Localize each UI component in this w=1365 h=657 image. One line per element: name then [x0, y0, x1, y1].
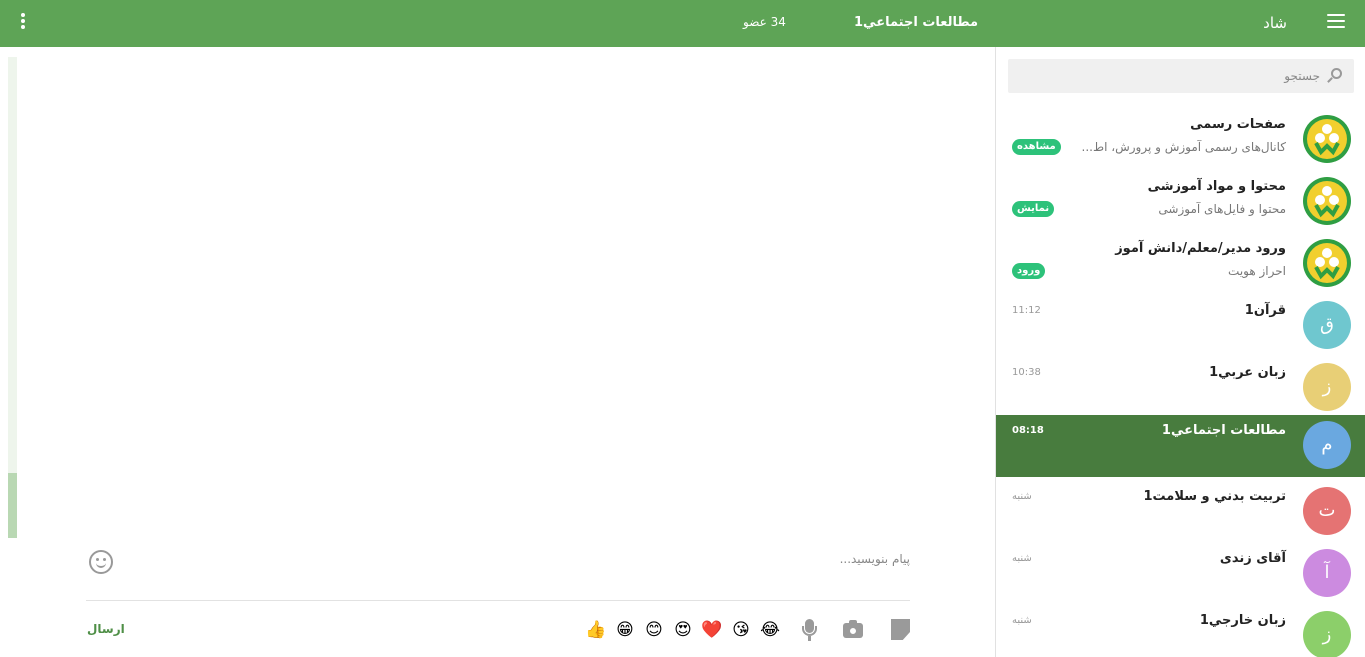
laugh-tears-emoji[interactable]: 😂: [759, 619, 781, 641]
avatar: م: [1303, 421, 1351, 469]
smile-emoji[interactable]: 😊: [643, 619, 665, 641]
search-icon: [1326, 68, 1342, 84]
chat-item-name: آقای زندی: [1219, 551, 1286, 566]
chat-item-time: شنبه: [1012, 553, 1032, 564]
chat-item-official-pages[interactable]: صفحات رسمی کانال‌های رسمی آموزش و پرورش،…: [996, 109, 1365, 171]
shad-logo-icon: [1303, 115, 1351, 163]
emoji-picker-icon[interactable]: [89, 550, 113, 574]
chat-item-mr-zandi[interactable]: آ آقای زندی شنبه: [996, 543, 1365, 605]
chat-item-time: 11:12: [1012, 305, 1041, 316]
chat-item-time: شنبه: [1012, 491, 1032, 502]
chat-item-subtitle: محتوا و فایل‌های آموزشی: [1158, 202, 1286, 216]
quick-emoji-bar: 👍 😁 😊 😍 ❤️ 😘 😂: [585, 619, 781, 641]
chat-item-name: تربيت بدني و سلامت1: [1143, 489, 1286, 504]
chat-item-social-studies[interactable]: م مطالعات اجتماعي1 08:18: [996, 415, 1365, 477]
chat-item-name: ورود مدیر/معلم/دانش آموز: [1115, 241, 1286, 256]
shad-logo-icon: [1303, 177, 1351, 225]
chat-item-foreign-language[interactable]: ز زبان خارجي1 شنبه: [996, 605, 1365, 657]
search-box[interactable]: [1008, 59, 1354, 93]
app-window: شاد مطالعات اجتماعي1 34 عضو ارسال 👍 😁 😊 …: [0, 0, 1365, 657]
heart-eyes-emoji[interactable]: 😍: [672, 619, 694, 641]
microphone-icon[interactable]: [799, 619, 821, 641]
chat-item-login[interactable]: ورود مدیر/معلم/دانش آموز احراز هویت ورود: [996, 233, 1365, 295]
view-tag-button[interactable]: مشاهده: [1012, 139, 1061, 155]
app-title: شاد: [1263, 14, 1287, 32]
chat-item-educational-content[interactable]: محتوا و مواد آموزشی محتوا و فایل‌های آمو…: [996, 171, 1365, 233]
thumbs-up-emoji[interactable]: 👍: [585, 619, 607, 641]
top-bar: شاد مطالعات اجتماعي1 34 عضو: [0, 0, 1365, 47]
chat-item-arabic[interactable]: ز زبان عربي1 10:38: [996, 357, 1365, 419]
avatar: ق: [1303, 301, 1351, 349]
avatar: ت: [1303, 487, 1351, 535]
login-tag-button[interactable]: ورود: [1012, 263, 1046, 279]
chat-item-name: مطالعات اجتماعي1: [1161, 423, 1286, 438]
chat-item-subtitle: کانال‌های رسمی آموزش و پرورش، اط...: [1081, 140, 1286, 154]
chat-item-time: شنبه: [1012, 615, 1032, 626]
chat-item-quran[interactable]: ق قرآن1 11:12: [996, 295, 1365, 357]
chat-area: ارسال 👍 😁 😊 😍 ❤️ 😘 😂: [0, 47, 995, 657]
avatar: آ: [1303, 549, 1351, 597]
chat-item-subtitle: احراز هویت: [1228, 264, 1286, 278]
chat-item-name: قرآن1: [1244, 303, 1286, 318]
send-button[interactable]: ارسال: [87, 622, 125, 636]
hamburger-menu-icon[interactable]: [1327, 14, 1345, 30]
chat-item-name: زبان عربي1: [1209, 365, 1286, 380]
shad-logo-icon: [1303, 239, 1351, 287]
message-scrollbar[interactable]: [8, 57, 17, 538]
chat-item-name: زبان خارجي1: [1199, 613, 1286, 628]
grin-emoji[interactable]: 😁: [614, 619, 636, 641]
red-heart-emoji[interactable]: ❤️: [701, 619, 723, 641]
chat-item-name: محتوا و مواد آموزشی: [1147, 179, 1286, 194]
scrollbar-thumb[interactable]: [8, 473, 17, 538]
kiss-emoji[interactable]: 😘: [730, 619, 752, 641]
more-options-icon[interactable]: [20, 13, 26, 33]
search-input[interactable]: [1030, 65, 1320, 87]
chat-title[interactable]: مطالعات اجتماعي1: [854, 15, 978, 30]
file-attach-icon[interactable]: [890, 619, 912, 641]
member-count: 34 عضو: [743, 15, 786, 29]
composer-divider: [86, 600, 910, 601]
chat-item-time: 08:18: [1012, 425, 1044, 436]
camera-icon[interactable]: [842, 619, 864, 641]
chat-item-time: 10:38: [1012, 367, 1041, 378]
chat-item-name: صفحات رسمی: [1190, 117, 1286, 132]
chat-item-physical-education[interactable]: ت تربيت بدني و سلامت1 شنبه: [996, 481, 1365, 543]
message-input[interactable]: [130, 547, 910, 571]
avatar: ز: [1303, 611, 1351, 657]
chat-list-sidebar: صفحات رسمی کانال‌های رسمی آموزش و پرورش،…: [995, 47, 1365, 657]
avatar: ز: [1303, 363, 1351, 411]
show-tag-button[interactable]: نمایش: [1012, 201, 1055, 217]
